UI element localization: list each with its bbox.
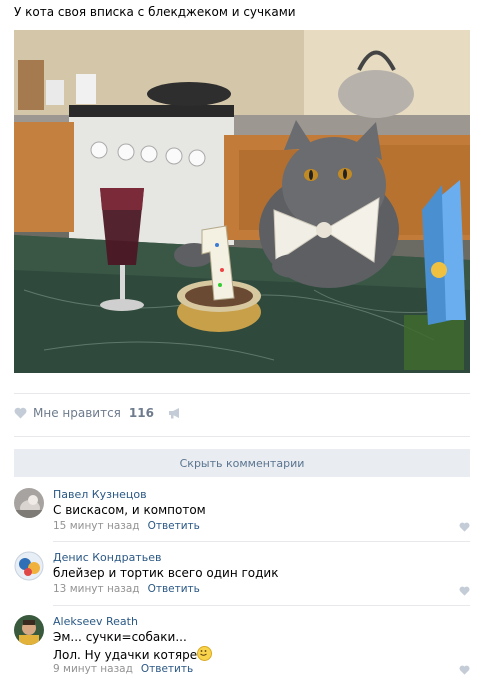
- comment-text: Лол. Ну удачки котяре: [53, 648, 198, 662]
- like-label[interactable]: Мне нравится: [33, 406, 121, 420]
- divider: [14, 393, 470, 394]
- comment-author[interactable]: Денис Кондратьев: [53, 551, 161, 564]
- avatar[interactable]: [14, 488, 44, 518]
- comment-meta: 9 минут назад Ответить: [53, 663, 193, 675]
- hide-comments-button[interactable]: Скрыть комментарии: [14, 449, 470, 477]
- comment-text: С вискасом, и компотом: [53, 503, 206, 517]
- reply-button[interactable]: Ответить: [141, 663, 193, 675]
- megaphone-icon[interactable]: [168, 407, 182, 419]
- comment-meta: 13 минут назад Ответить: [53, 583, 200, 595]
- reply-button[interactable]: Ответить: [148, 520, 200, 532]
- divider: [14, 436, 470, 437]
- post-actions: Мне нравится 116: [14, 404, 182, 422]
- comment-text: Эм... сучки=собаки...: [53, 630, 187, 644]
- avatar[interactable]: [14, 615, 44, 645]
- heart-icon[interactable]: [459, 522, 470, 532]
- cat-at-table-photo: [14, 30, 470, 373]
- heart-icon[interactable]: [459, 586, 470, 596]
- comment: Alekseev Reath Эм... сучки=собаки... Лол…: [14, 615, 470, 677]
- smiling-face-icon: [197, 646, 213, 661]
- divider: [53, 605, 470, 606]
- divider: [53, 541, 470, 542]
- like-count[interactable]: 116: [129, 406, 154, 420]
- post-photo[interactable]: [14, 30, 470, 373]
- avatar[interactable]: [14, 551, 44, 581]
- comment-text-line2: Лол. Ну удачки котяре: [53, 646, 213, 663]
- post-text: У кота своя вписка с блекджеком и сучкам…: [14, 5, 296, 19]
- comment: Денис Кондратьев блейзер и тортик всего …: [14, 551, 470, 596]
- comment-time[interactable]: 15 минут назад: [53, 520, 140, 532]
- reply-button[interactable]: Ответить: [148, 583, 200, 595]
- comment-author[interactable]: Павел Кузнецов: [53, 488, 147, 501]
- comment-time[interactable]: 13 минут назад: [53, 583, 140, 595]
- heart-icon[interactable]: [459, 665, 470, 675]
- comment-time[interactable]: 9 минут назад: [53, 663, 133, 675]
- comment-meta: 15 минут назад Ответить: [53, 520, 200, 532]
- comment-text: блейзер и тортик всего один годик: [53, 566, 279, 580]
- comment-author[interactable]: Alekseev Reath: [53, 615, 138, 628]
- heart-icon[interactable]: [14, 407, 27, 419]
- comment: Павел Кузнецов С вискасом, и компотом 15…: [14, 488, 470, 532]
